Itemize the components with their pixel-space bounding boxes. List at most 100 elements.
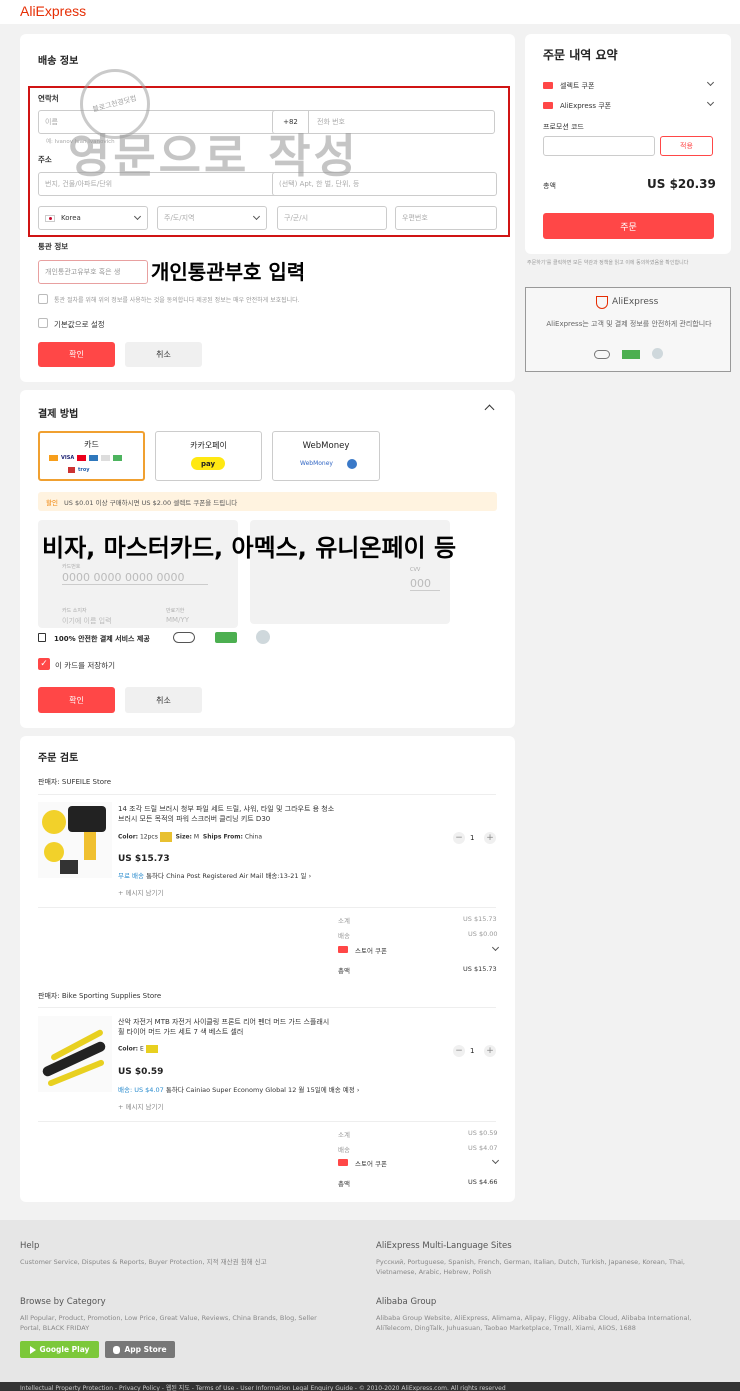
default-label: 기본값으로 설정 (54, 320, 105, 329)
shipping-cost-label: 배송: US $4.07 (118, 1086, 164, 1094)
method-card[interactable]: 카드 VISA troy (38, 431, 145, 481)
consent-checkbox[interactable] (38, 294, 48, 304)
seller-name[interactable]: 판매자: SUFEILE Store (38, 777, 111, 787)
qty-increase-button[interactable]: + (484, 1045, 496, 1057)
chevron-down-icon[interactable] (491, 1156, 500, 1165)
save-card-checkbox[interactable]: ✓ (38, 658, 50, 670)
mir-icon (113, 455, 123, 461)
variant-thumbnail[interactable] (159, 832, 172, 842)
qty-decrease-button[interactable]: − (453, 832, 465, 844)
webmoney-badge: WebMoney (300, 460, 333, 467)
chevron-down-icon (133, 212, 142, 221)
method-webmoney[interactable]: WebMoney WebMoney (272, 431, 380, 481)
review-title: 주문 검토 (38, 753, 79, 764)
qty-increase-button[interactable]: + (484, 832, 496, 844)
country-select[interactable]: Korea (38, 206, 148, 230)
province-select[interactable]: 주/도/지역 (157, 206, 267, 230)
footer-help-links[interactable]: Customer Service, Disputes & Reports, Bu… (20, 1257, 267, 1267)
variant-thumbnail[interactable] (145, 1045, 158, 1053)
chevron-up-icon[interactable] (484, 404, 495, 415)
promo-code-input[interactable] (543, 136, 655, 156)
product-price: US $0.59 (118, 1067, 164, 1077)
footer-ml-links-2[interactable]: Vietnamese, Arabic, Hebrew, Polish (376, 1267, 491, 1277)
footer-legal-links[interactable]: Intellectual Property Protection - Priva… (20, 1383, 506, 1391)
chevron-down-icon[interactable] (491, 943, 500, 952)
payment-cancel-button[interactable]: 취소 (125, 687, 202, 713)
default-checkbox[interactable] (38, 318, 48, 328)
total-value: US $15.73 (463, 965, 497, 973)
summary-title: 주문 내역 요약 (543, 48, 618, 62)
leave-message-link[interactable]: + 메시지 남기기 (118, 1101, 163, 1111)
shipping-method[interactable]: 배송: US $4.07 통하다 Cainiao Super Economy G… (118, 1084, 359, 1094)
qty-value[interactable]: 1 (470, 834, 474, 842)
product-title-line1[interactable]: 14 조각 드릴 브러시 청부 파일 세트 드릴, 샤워, 타일 및 그라우트 … (118, 804, 334, 814)
google-play-button[interactable]: Google Play (20, 1341, 99, 1358)
total-label: 총액 (338, 1180, 350, 1188)
apply-button[interactable]: 적용 (660, 136, 713, 156)
store-coupon-label[interactable]: 스토어 쿠폰 (355, 1158, 387, 1168)
subtotal-label: 소계 (338, 1131, 350, 1139)
total-label: 총액 (338, 967, 350, 975)
product-title-line1[interactable]: 산악 자전거 MTB 자전거 사이클링 프론트 리어 펜더 머드 가드 스플래시 (118, 1017, 329, 1027)
customs-field[interactable]: 개인통관고유부호 혹은 생 (38, 260, 148, 284)
subtotal-value: US $0.59 (468, 1129, 498, 1137)
footer-ml-links-1[interactable]: Русский, Portuguese, Spanish, French, Ge… (376, 1257, 685, 1267)
cardholder-label: 카드 소지자 (62, 608, 87, 614)
overlay-card-types: 비자, 마스터카드, 아멕스, 유니온페이 등 (42, 534, 457, 562)
product-title-line2[interactable]: 휠 타이어 머드 가드 세트 7 색 베스트 셀러 (118, 1027, 243, 1037)
place-order-button[interactable]: 주문 (543, 213, 714, 239)
qty-value[interactable]: 1 (470, 1047, 474, 1055)
divider (38, 794, 496, 795)
aliexpress-logo[interactable]: AliExpress (20, 3, 86, 19)
app-store-button[interactable]: App Store (105, 1341, 175, 1358)
cvv-label: CVV (410, 567, 421, 573)
store-coupon-label[interactable]: 스토어 쿠폰 (355, 945, 387, 955)
select-coupon-label[interactable]: 셀렉트 쿠폰 (560, 81, 594, 91)
color-label: Color: (118, 1045, 139, 1053)
shipping-card: 배송 정보 연락처 이름 예: Ivanov Ivan Ivanovich +8… (20, 34, 515, 382)
shipping-cancel-button[interactable]: 취소 (125, 342, 202, 367)
divider (38, 1007, 496, 1008)
province-placeholder: 주/도/지역 (164, 214, 195, 222)
footer-group-links-1[interactable]: Alibaba Group Website, AliExpress, Alima… (376, 1313, 691, 1323)
payment-card: 결제 방법 카드 VISA troy 카카오페이 pay WebMoney We… (20, 390, 515, 728)
product-image-drill-brush[interactable] (38, 802, 112, 878)
zip-field[interactable]: 우편번호 (395, 206, 497, 230)
promo-prefix: 할인 (46, 499, 58, 507)
shipping-method[interactable]: 무료 배송 통하다 China Post Registered Air Mail… (118, 870, 311, 880)
security-text: AliExpress는 고객 및 결제 정보를 안전하게 관리합니다 (546, 320, 712, 328)
qty-decrease-button[interactable]: − (453, 1045, 465, 1057)
footer-group-links-2[interactable]: AliTelecom, DingTalk, Juhuasuan, Taobao … (376, 1323, 636, 1333)
footer-browse-links-1[interactable]: All Popular, Product, Promotion, Low Pri… (20, 1313, 317, 1323)
method-webmoney-label: WebMoney (302, 441, 350, 451)
product-image-mud-guard[interactable] (38, 1016, 112, 1092)
secure-badge-icon (173, 632, 195, 643)
shipping-value: US $4.07 (468, 1144, 498, 1152)
shipping-confirm-button[interactable]: 확인 (38, 342, 115, 367)
chevron-down-icon[interactable] (706, 98, 715, 107)
card-brand-icons: VISA (49, 455, 139, 463)
chevron-right-icon: › (308, 872, 312, 880)
method-kakaopay-label: 카카오페이 (190, 441, 227, 450)
cvv-field[interactable]: 000 (410, 577, 440, 591)
leave-message-link[interactable]: + 메시지 남기기 (118, 887, 163, 897)
card-number-field[interactable]: 0000 0000 0000 0000 (62, 571, 208, 585)
promo-code-label: 프로모션 코드 (543, 123, 584, 131)
method-kakaopay[interactable]: 카카오페이 pay (155, 431, 262, 481)
aliexpress-coupon-label[interactable]: AliExpress 쿠폰 (560, 101, 611, 111)
payment-confirm-button[interactable]: 확인 (38, 687, 115, 713)
footer-browse-links-2[interactable]: Portal, BLACK FRIDAY (20, 1323, 89, 1333)
total-value: US $4.66 (468, 1178, 498, 1186)
drill-shape (68, 806, 106, 832)
product-title-line2[interactable]: 브러시 모든 목적의 파워 스크러버 클리닝 키트 D30 (118, 814, 270, 824)
shipping-label: 배송 (338, 1146, 350, 1154)
shipping-text: 통하다 China Post Registered Air Mail 배송:13… (146, 872, 307, 880)
color-value: 12pcs (139, 833, 158, 841)
kakaopay-badge: pay (191, 457, 225, 470)
expiry-field[interactable]: MM/YY (166, 616, 189, 624)
cardholder-field[interactable]: 이기에 이름 입력 (62, 616, 112, 626)
city-field[interactable]: 구/군/시 (277, 206, 387, 230)
card-number-label: 카드번호 (62, 564, 81, 570)
chevron-down-icon[interactable] (706, 78, 715, 87)
seller-name[interactable]: 판매자: Bike Sporting Supplies Store (38, 991, 161, 1001)
